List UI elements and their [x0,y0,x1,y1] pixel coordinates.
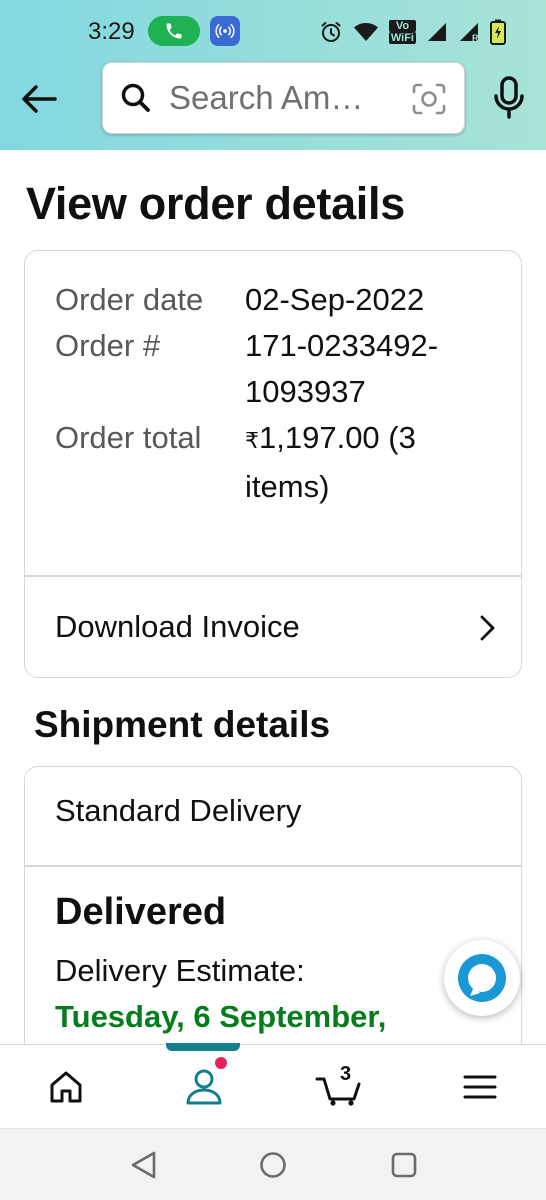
wifi-icon [353,23,378,41]
nav-home-tab[interactable] [26,1045,106,1129]
voice-search-button[interactable] [492,76,526,120]
arrow-left-icon [22,85,57,113]
bottom-navigation: 3 [0,1043,546,1129]
order-date-label: Order date [55,282,204,317]
system-navigation-bar [0,1128,546,1200]
order-total-label: Order total [55,420,202,455]
system-status-icons: Vo WiFi R [319,17,506,47]
menu-icon [463,1075,497,1099]
app-screen: 3:29 Vo WiFi R View order details [0,0,546,1200]
battery-charging-icon [490,19,506,45]
order-number-row: Order # 171-0233492-1093937 [55,323,505,415]
order-date-value: 02-Sep-2022 [245,282,425,317]
order-summary-card: Order date 02-Sep-2022 Order # 171-02334… [24,250,522,678]
search-icon [121,83,150,112]
alexa-icon [458,954,506,1002]
system-home-icon[interactable] [257,1149,289,1181]
nav-cart-tab[interactable]: 3 [300,1045,380,1129]
chevron-right-icon [480,615,495,641]
page-title: View order details [26,178,405,229]
svg-text:R: R [472,33,479,43]
download-invoice-button[interactable]: Download Invoice [25,577,521,677]
notification-dot [215,1057,227,1069]
vowifi-icon: Vo WiFi [388,20,416,44]
home-icon [50,1071,82,1103]
currency-symbol: ₹ [245,428,259,453]
delivery-estimate-label: Delivery Estimate: [55,953,305,988]
nav-menu-tab[interactable] [440,1045,520,1129]
shipment-status: Delivered [55,891,227,933]
status-time: 3:29 [88,18,135,45]
order-total-row: Order total ₹1,197.00 (3 items) [55,415,505,510]
download-invoice-label: Download Invoice [55,609,300,644]
card-divider [25,865,521,867]
hotspot-icon [210,16,240,46]
order-total-value: 1,197.00 (3 items) [245,420,416,504]
order-number-label: Order # [55,328,161,363]
alarm-icon [321,22,341,42]
camera-scan-icon[interactable] [412,83,446,115]
cart-count-badge: 3 [340,1063,352,1085]
delivery-estimate-date: Tuesday, 6 September, [55,999,387,1034]
alexa-button[interactable] [444,940,520,1016]
order-number-value: 171-0233492-1093937 [245,328,439,409]
search-input[interactable] [169,77,399,119]
order-info-list: Order date 02-Sep-2022 Order # 171-02334… [55,277,505,510]
order-total-value-wrap: ₹1,197.00 (3 items) [245,415,495,510]
system-recents-icon[interactable] [388,1149,420,1181]
shipment-section-title: Shipment details [34,704,331,745]
system-back-icon[interactable] [128,1149,160,1181]
user-icon [186,1069,222,1105]
back-button[interactable] [18,78,60,120]
shipment-card: Standard Delivery Delivered Delivery Est… [24,766,522,1086]
delivery-type: Standard Delivery [55,793,302,828]
nav-you-tab[interactable] [164,1045,244,1129]
search-bar[interactable] [102,62,465,134]
order-date-row: Order date 02-Sep-2022 [55,277,505,323]
ongoing-call-icon[interactable] [148,16,200,46]
microphone-icon [494,76,524,119]
vowifi-top-label: Vo [388,20,416,32]
signal-strength-icon [428,23,446,41]
vowifi-bottom-label: WiFi [388,32,416,44]
signal-roaming-icon: R [460,23,479,43]
status-bar: 3:29 Vo WiFi R [0,0,546,62]
